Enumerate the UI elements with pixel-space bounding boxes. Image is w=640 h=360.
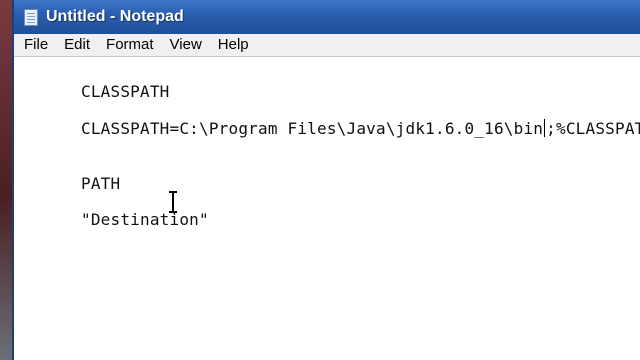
menu-view[interactable]: View (162, 34, 210, 56)
menu-format[interactable]: Format (98, 34, 162, 56)
menu-bar: File Edit Format View Help (14, 34, 640, 57)
editor-line: "Destination" (22, 191, 209, 248)
text-editor-area[interactable]: CLASSPATH CLASSPATH=C:\Program Files\Jav… (18, 57, 640, 360)
editor-line: CLASSPATH=C:\Program Files\Java\jdk1.6.0… (22, 100, 640, 157)
menu-edit[interactable]: Edit (56, 34, 98, 56)
ibeam-cursor-icon (169, 191, 177, 213)
title-bar[interactable]: Untitled - Notepad (14, 0, 640, 34)
notepad-window: Untitled - Notepad File Edit Format View… (12, 0, 640, 360)
text-caret (544, 119, 546, 137)
menu-file[interactable]: File (14, 34, 56, 56)
notepad-icon[interactable] (22, 7, 38, 26)
editor-line-text: ;%CLASSPATH% (546, 119, 640, 138)
menu-help[interactable]: Help (210, 34, 257, 56)
editor-line-text: CLASSPATH=C:\Program Files\Java\jdk1.6.0… (81, 119, 544, 138)
window-title: Untitled - Notepad (46, 8, 184, 25)
editor-line-text: "Destination" (81, 210, 209, 229)
editor-line-text: CLASSPATH (81, 82, 170, 101)
